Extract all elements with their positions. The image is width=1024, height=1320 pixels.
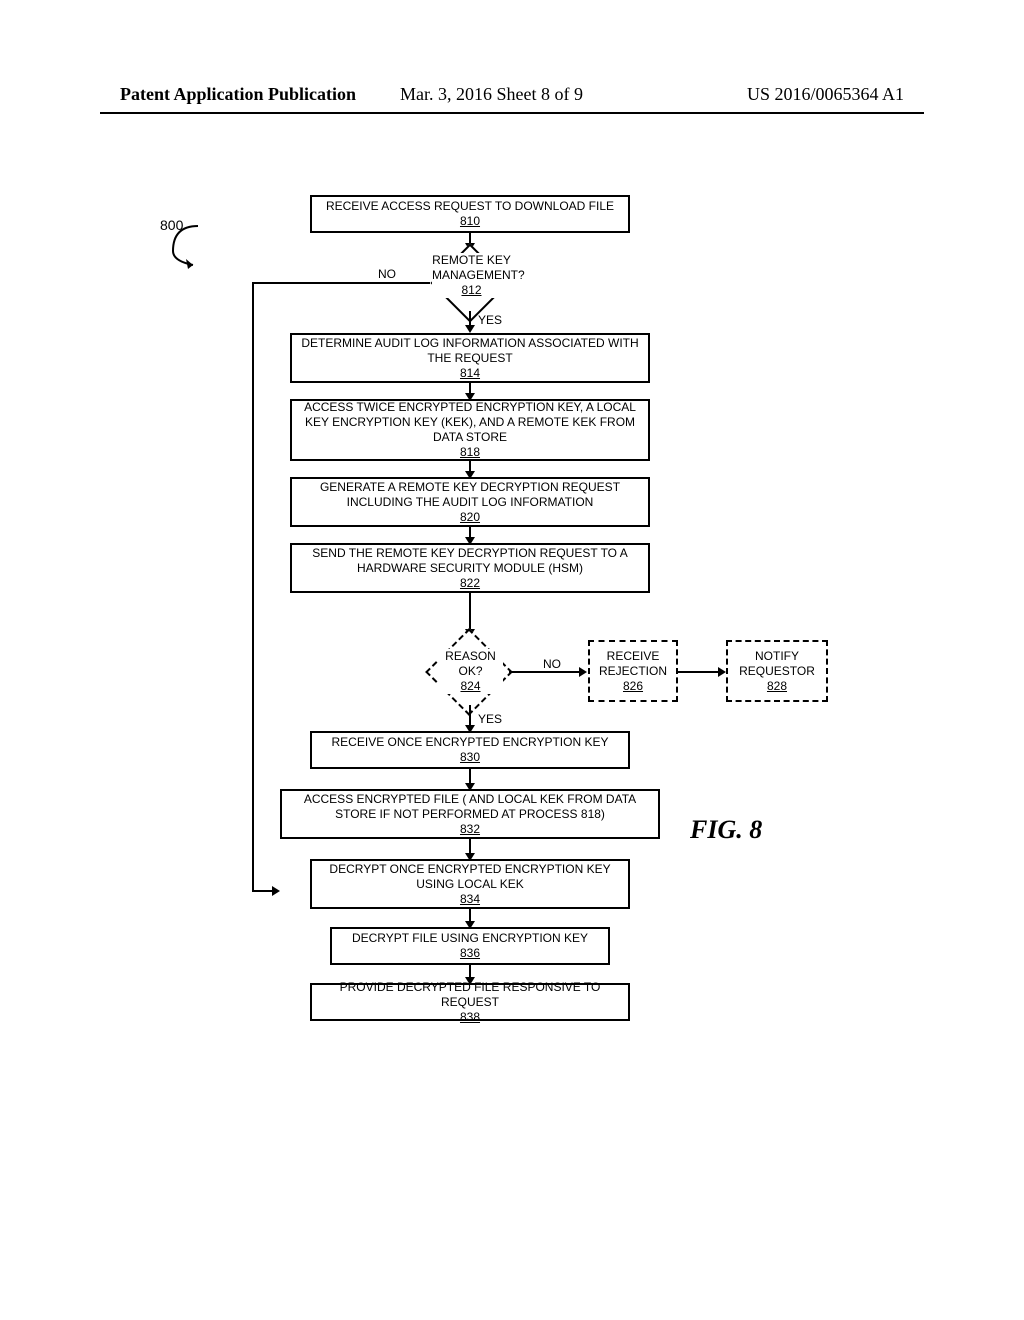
step-text: DECRYPT FILE USING ENCRYPTION KEY (352, 931, 588, 946)
step-822: SEND THE REMOTE KEY DECRYPTION REQUEST T… (290, 543, 650, 593)
step-text: DETERMINE AUDIT LOG INFORMATION ASSOCIAT… (298, 336, 642, 366)
edge-812-no: NO (378, 267, 396, 281)
step-824-label: REASON OK? 824 (438, 649, 503, 694)
arrow-826-828 (678, 669, 726, 675)
step-ref: 812 (461, 283, 481, 297)
step-ref: 814 (460, 366, 480, 381)
edge-824-yes: YES (478, 712, 502, 726)
step-text: RECEIVE ACCESS REQUEST TO DOWNLOAD FILE (326, 199, 614, 214)
step-text: SEND THE REMOTE KEY DECRYPTION REQUEST T… (298, 546, 642, 576)
step-text: NOTIFY REQUESTOR (734, 649, 820, 679)
arrow-834-836 (467, 909, 473, 929)
step-828: NOTIFY REQUESTOR 828 (726, 640, 828, 702)
step-ref: 818 (460, 445, 480, 460)
step-text: RECEIVE REJECTION (596, 649, 670, 679)
arrow-830-832 (467, 769, 473, 791)
step-814: DETERMINE AUDIT LOG INFORMATION ASSOCIAT… (290, 333, 650, 383)
step-838: PROVIDE DECRYPTED FILE RESPONSIVE TO REQ… (310, 983, 630, 1021)
step-text: ACCESS TWICE ENCRYPTED ENCRYPTION KEY, A… (298, 400, 642, 445)
step-text: DECRYPT ONCE ENCRYPTED ENCRYPTION KEY US… (318, 862, 622, 892)
ref-800-label: 800 (160, 217, 183, 233)
page-header: Patent Application Publication Mar. 3, 2… (0, 84, 1024, 108)
step-ref: 828 (767, 679, 787, 694)
step-text: RECEIVE ONCE ENCRYPTED ENCRYPTION KEY (332, 735, 609, 750)
header-left: Patent Application Publication (120, 84, 356, 105)
step-ref: 834 (460, 892, 480, 907)
step-ref: 838 (460, 1010, 480, 1025)
step-text: ACCESS ENCRYPTED FILE ( AND LOCAL KEK FR… (288, 792, 652, 822)
header-right: US 2016/0065364 A1 (747, 84, 904, 105)
step-ref: 810 (460, 214, 480, 229)
figure-label: FIG. 8 (690, 815, 762, 845)
flowchart: 800 RECEIVE ACCESS REQUEST TO DOWNLOAD F… (260, 195, 900, 1115)
step-826: RECEIVE REJECTION 826 (588, 640, 678, 702)
step-ref: 836 (460, 946, 480, 961)
step-834: DECRYPT ONCE ENCRYPTED ENCRYPTION KEY US… (310, 859, 630, 909)
step-text: GENERATE A REMOTE KEY DECRYPTION REQUEST… (298, 480, 642, 510)
step-ref: 824 (460, 679, 480, 693)
header-mid: Mar. 3, 2016 Sheet 8 of 9 (400, 84, 583, 105)
arrow-832-834 (467, 839, 473, 861)
step-text: REASON OK? (445, 649, 496, 678)
step-ref: 820 (460, 510, 480, 525)
step-ref: 822 (460, 576, 480, 591)
edge-812-yes: YES (478, 313, 502, 327)
step-text: PROVIDE DECRYPTED FILE RESPONSIVE TO REQ… (318, 980, 622, 1010)
step-830: RECEIVE ONCE ENCRYPTED ENCRYPTION KEY 83… (310, 731, 630, 769)
step-text: REMOTE KEY MANAGEMENT? (432, 253, 525, 282)
edge-824-no: NO (543, 657, 561, 671)
header-rule (100, 112, 924, 114)
step-810: RECEIVE ACCESS REQUEST TO DOWNLOAD FILE … (310, 195, 630, 233)
step-818: ACCESS TWICE ENCRYPTED ENCRYPTION KEY, A… (290, 399, 650, 461)
step-832: ACCESS ENCRYPTED FILE ( AND LOCAL KEK FR… (280, 789, 660, 839)
step-836: DECRYPT FILE USING ENCRYPTION KEY 836 (330, 927, 610, 965)
step-ref: 830 (460, 750, 480, 765)
step-820: GENERATE A REMOTE KEY DECRYPTION REQUEST… (290, 477, 650, 527)
step-812-label: REMOTE KEY MANAGEMENT? 812 (432, 253, 511, 298)
step-ref: 832 (460, 822, 480, 837)
step-ref: 826 (623, 679, 643, 694)
